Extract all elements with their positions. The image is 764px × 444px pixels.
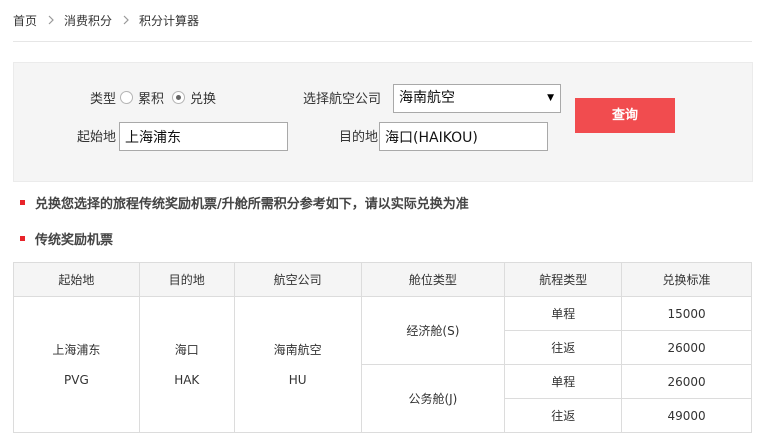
cabin-cell: 经济舱(S) <box>360 296 506 365</box>
table-row: 上海浦东 PVG 海口 HAK 海南航空 HU 经济舱(S) 单程 15000 <box>13 296 752 433</box>
destination-cell: 海口 HAK <box>138 296 235 433</box>
breadcrumb-current: 积分计算器 <box>139 13 200 28</box>
airline-select[interactable]: 海南航空 ▼ <box>393 84 561 113</box>
airline-label: 选择航空公司 <box>303 92 382 107</box>
breadcrumb-home[interactable]: 首页 <box>13 12 37 29</box>
exchange-note-text: 兑换您选择的旅程传统奖励机票/升舱所需积分参考如下，请以实际兑换为准 <box>35 197 469 212</box>
dropdown-arrow-icon: ▼ <box>547 93 554 103</box>
query-button[interactable]: 查询 <box>575 98 675 133</box>
origin-cell: 上海浦东 PVG <box>13 296 140 433</box>
origin-label: 起始地 <box>77 130 117 145</box>
radio-accumulate-label[interactable]: 累积 <box>138 88 164 107</box>
destination-input[interactable] <box>379 122 548 151</box>
breadcrumb: 首页 消费积分 积分计算器 <box>13 10 199 30</box>
airline-code: HU <box>288 372 307 387</box>
origin-name: 上海浦东 <box>52 342 101 357</box>
points-cell: 26000 <box>621 364 752 399</box>
header-destination: 目的地 <box>138 262 235 297</box>
header-trip-type: 航程类型 <box>504 262 623 297</box>
radio-exchange-label[interactable]: 兑换 <box>190 88 216 107</box>
section-title-text: 传统奖励机票 <box>35 233 114 248</box>
destination-name: 海口 <box>174 342 199 357</box>
exchange-note: 兑换您选择的旅程传统奖励机票/升舱所需积分参考如下，请以实际兑换为准 <box>20 193 469 212</box>
header-divider <box>13 41 752 42</box>
destination-code: HAK <box>174 372 200 387</box>
header-cabin: 舱位类型 <box>360 262 506 297</box>
trip-type-cell: 往返 <box>504 398 623 433</box>
points-cell: 15000 <box>621 296 752 331</box>
breadcrumb-points[interactable]: 消费积分 <box>64 12 112 29</box>
section-title: 传统奖励机票 <box>20 229 113 248</box>
origin-input[interactable] <box>119 122 288 151</box>
header-origin: 起始地 <box>13 262 140 297</box>
points-table: 起始地 目的地 航空公司 舱位类型 航程类型 兑换标准 上海浦东 PVG 海口 … <box>13 262 752 433</box>
header-points: 兑换标准 <box>621 262 752 297</box>
header-airline: 航空公司 <box>233 262 362 297</box>
points-cell: 26000 <box>621 330 752 365</box>
bullet-icon <box>20 236 25 241</box>
destination-label: 目的地 <box>339 130 379 145</box>
bullet-icon <box>20 200 25 205</box>
trip-type-cell: 往返 <box>504 330 623 365</box>
trip-type-cell: 单程 <box>504 364 623 399</box>
radio-exchange[interactable] <box>172 91 185 104</box>
chevron-right-icon <box>123 15 129 25</box>
points-cell: 49000 <box>621 398 752 433</box>
origin-code: PVG <box>64 372 89 387</box>
airline-select-value: 海南航空 <box>399 90 455 106</box>
airline-cell: 海南航空 HU <box>233 296 362 433</box>
search-form-panel: 类型 累积 兑换 选择航空公司 海南航空 ▼ 起始地 目的地 查询 <box>13 62 753 182</box>
type-label: 类型 <box>90 92 117 107</box>
airline-name: 海南航空 <box>273 342 322 357</box>
radio-accumulate[interactable] <box>120 91 133 104</box>
cabin-cell: 公务舱(J) <box>360 364 506 433</box>
table-header-row: 起始地 目的地 航空公司 舱位类型 航程类型 兑换标准 <box>13 262 752 297</box>
trip-type-cell: 单程 <box>504 296 623 331</box>
chevron-right-icon <box>48 15 54 25</box>
